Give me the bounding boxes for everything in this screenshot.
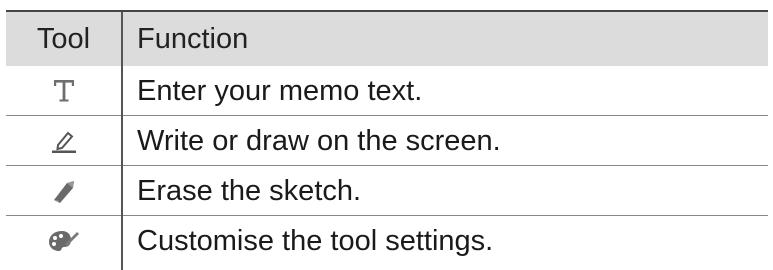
header-cell-tool: Tool bbox=[6, 12, 121, 66]
eraser-tool-icon bbox=[6, 166, 121, 216]
column-divider bbox=[121, 12, 123, 270]
function-cell: Customise the tool settings. bbox=[137, 216, 493, 266]
pen-tool-icon bbox=[6, 116, 121, 166]
function-text: Write or draw on the screen. bbox=[137, 124, 501, 157]
function-cell: Erase the sketch. bbox=[137, 166, 361, 216]
palette-settings-icon bbox=[6, 216, 121, 266]
function-text: Customise the tool settings. bbox=[137, 224, 494, 257]
function-cell: Write or draw on the screen. bbox=[137, 116, 501, 166]
header-function-label: Function bbox=[137, 22, 249, 55]
header-cell-function: Function bbox=[137, 12, 248, 66]
function-text: Enter your memo text. bbox=[137, 74, 423, 107]
function-text: Erase the sketch. bbox=[137, 174, 362, 207]
text-tool-icon bbox=[6, 66, 121, 116]
header-tool-label: Tool bbox=[36, 22, 91, 55]
function-cell: Enter your memo text. bbox=[137, 66, 422, 116]
